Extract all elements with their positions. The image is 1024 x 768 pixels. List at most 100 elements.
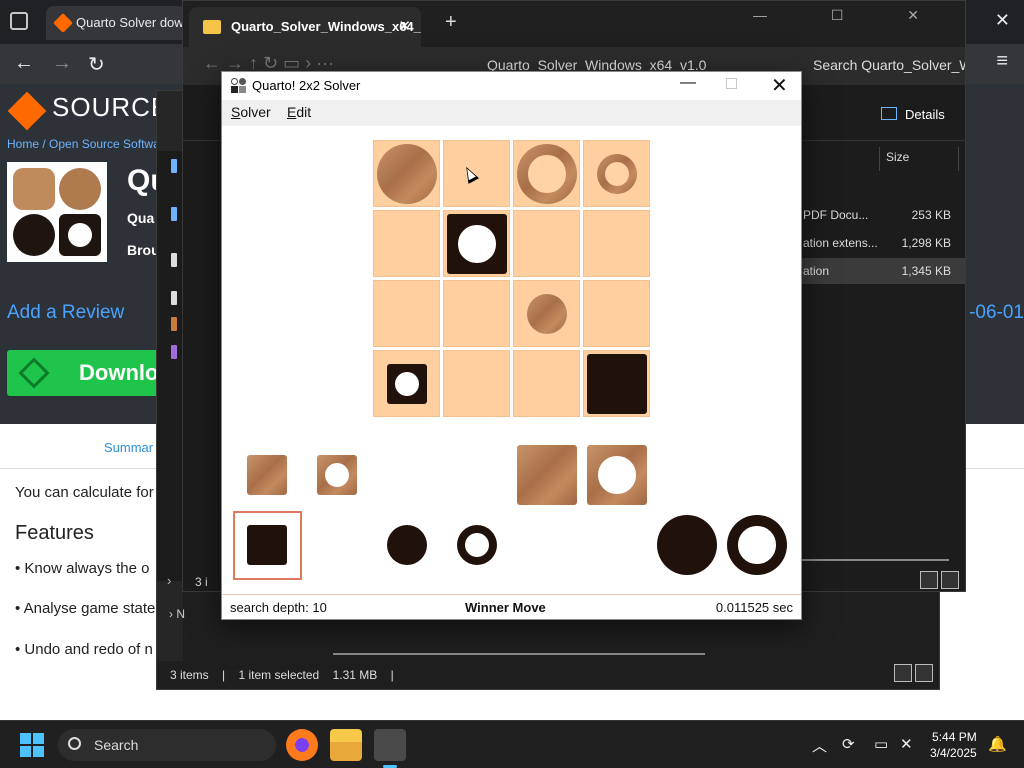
features-heading: Features: [15, 522, 94, 544]
piece-wood-square-hollow-large[interactable]: [587, 445, 647, 505]
piece-wood-square-hollow-small[interactable]: [317, 455, 357, 495]
window-controls[interactable]: — ☐ ✕: [753, 7, 949, 24]
browser-close-icon[interactable]: ✕: [995, 10, 1010, 31]
chevron-up-icon[interactable]: ︿: [812, 735, 827, 756]
piece-dark-square-solid-large[interactable]: [587, 354, 647, 414]
board-cell[interactable]: [443, 350, 510, 417]
piece-wood-round-hollow-small[interactable]: [597, 154, 637, 194]
feature-bullet: • Undo and redo of n: [15, 641, 153, 658]
menu-bar: Solver Edit: [222, 100, 801, 126]
search-input[interactable]: Search Quarto_Solver_Wi: [799, 49, 965, 81]
sync-icon[interactable]: ⟳: [842, 735, 855, 753]
move-result: Winner Move: [465, 600, 546, 615]
title-bar[interactable]: Quarto! 2x2 Solver — ✕: [222, 72, 801, 100]
piece-wood-round-hollow-large[interactable]: [517, 144, 577, 204]
network-item[interactable]: › N: [169, 607, 185, 621]
browser-menu-icon[interactable]: ≡: [996, 50, 1008, 73]
clock-time: 5:44 PM: [932, 730, 977, 744]
firefox-icon[interactable]: [286, 729, 318, 761]
tiles-view-icon[interactable]: [941, 571, 959, 589]
piece-dark-square-solid-small[interactable]: [247, 525, 287, 565]
close-tab-icon[interactable]: ✕: [398, 7, 411, 47]
file-explorer-icon[interactable]: [330, 729, 362, 761]
column-header-size[interactable]: Size: [879, 147, 959, 171]
download-icon: [18, 357, 50, 389]
feature-bullet: • Know always the o: [15, 560, 150, 577]
piece-dark-round-solid-large[interactable]: [657, 515, 717, 575]
horizontal-scrollbar[interactable]: [333, 653, 705, 655]
clock[interactable]: 5:44 PM 3/4/2025: [930, 729, 977, 761]
item-count: 3 items: [170, 668, 209, 682]
minimize-icon[interactable]: —: [680, 74, 696, 92]
elapsed-time: 0.011525 sec: [715, 600, 793, 615]
tiles-view-icon[interactable]: [915, 664, 933, 682]
tab-search-icon[interactable]: [10, 12, 28, 30]
add-review-link[interactable]: Add a Review: [7, 302, 124, 324]
close-icon[interactable]: ✕: [771, 73, 788, 98]
board-cell[interactable]: [443, 280, 510, 347]
piece-wood-round-solid-small[interactable]: [527, 294, 567, 334]
notification-bell-icon[interactable]: 🔔: [988, 735, 1007, 753]
forward-arrow-icon[interactable]: →: [52, 52, 72, 75]
board-cell[interactable]: [373, 280, 440, 347]
details-pane-button[interactable]: Details: [881, 107, 945, 122]
download-button[interactable]: Downlo: [7, 350, 167, 396]
explorer-tab-strip: Quarto_Solver_Windows_x64_v ✕ + — ☐ ✕: [183, 1, 965, 47]
file-type: ation extens...: [803, 236, 878, 250]
maximize-icon[interactable]: [726, 78, 737, 89]
details-view-icon[interactable]: [920, 571, 938, 589]
feature-bullet: • Analyse game state: [15, 600, 156, 617]
piece-wood-round-solid-large[interactable]: [377, 144, 437, 204]
browser-tab-title: Quarto Solver down: [76, 15, 186, 30]
explorer-tab[interactable]: Quarto_Solver_Windows_x64_v ✕: [189, 7, 421, 47]
app-icon: [231, 78, 247, 94]
project-subtitle: Qua: [127, 210, 155, 226]
search-depth: search depth: 10: [230, 600, 327, 615]
taskbar-search[interactable]: Search: [58, 729, 276, 761]
chevron-right-icon[interactable]: ›: [167, 573, 171, 588]
horizontal-scrollbar[interactable]: [797, 559, 949, 561]
piece-dark-round-hollow-small[interactable]: [457, 525, 497, 565]
board-cell[interactable]: [583, 280, 650, 347]
clock-date: 3/4/2025: [930, 746, 977, 760]
details-view-icon[interactable]: [894, 664, 912, 682]
volume-muted-icon[interactable]: ✕: [900, 735, 913, 753]
view-toggle: [917, 571, 959, 592]
status-bar: search depth: 10 Winner Move 0.011525 se…: [222, 594, 801, 619]
board-cell[interactable]: [513, 210, 580, 277]
new-tab-icon[interactable]: +: [445, 11, 457, 34]
piece-dark-round-hollow-large[interactable]: [727, 515, 787, 575]
file-size: 1,345 KB: [901, 264, 951, 278]
item-count-short: 3 i: [195, 575, 208, 589]
breadcrumb[interactable]: Home / Open Source Softwa: [7, 137, 160, 151]
piece-dark-square-hollow-small[interactable]: [387, 364, 427, 404]
quarto-solver-taskbar-icon[interactable]: [374, 729, 406, 761]
network-icon[interactable]: ▭: [874, 735, 888, 753]
piece-dark-square-hollow-large[interactable]: [447, 214, 507, 274]
board-cell[interactable]: [583, 210, 650, 277]
piece-wood-square-solid-small[interactable]: [247, 455, 287, 495]
status-bar: 3 items | 1 item selected 1.31 MB |: [157, 661, 939, 689]
file-type: ation: [803, 264, 830, 278]
file-row[interactable]: PDF Docu... 253 KB: [797, 202, 965, 228]
selection-count: 1 item selected: [238, 668, 320, 682]
back-arrow-icon[interactable]: ←: [14, 52, 34, 75]
download-label: Downlo: [79, 360, 159, 385]
reload-icon[interactable]: ↻: [88, 52, 105, 77]
file-size: 1,298 KB: [901, 236, 951, 250]
piece-wood-square-solid-large[interactable]: [517, 445, 577, 505]
file-row-selected[interactable]: ation 1,345 KB: [797, 258, 965, 284]
piece-dark-round-solid-small[interactable]: [387, 525, 427, 565]
explorer-tab-title: Quarto_Solver_Windows_x64_v: [231, 19, 421, 34]
menu-edit[interactable]: Edit: [287, 104, 311, 120]
board-cell[interactable]: [373, 210, 440, 277]
start-button[interactable]: [20, 733, 44, 757]
browser-tab[interactable]: Quarto Solver down: [46, 6, 186, 40]
board-cell[interactable]: [513, 350, 580, 417]
tab-summary[interactable]: Summar: [104, 440, 153, 455]
project-brought-by: Brou: [127, 242, 160, 258]
menu-solver[interactable]: Solver: [231, 104, 271, 120]
quarto-solver-window: Quarto! 2x2 Solver — ✕ Solver Edit searc…: [221, 71, 802, 620]
search-label: Search: [94, 737, 139, 753]
file-row[interactable]: ation extens... 1,298 KB: [797, 230, 965, 256]
